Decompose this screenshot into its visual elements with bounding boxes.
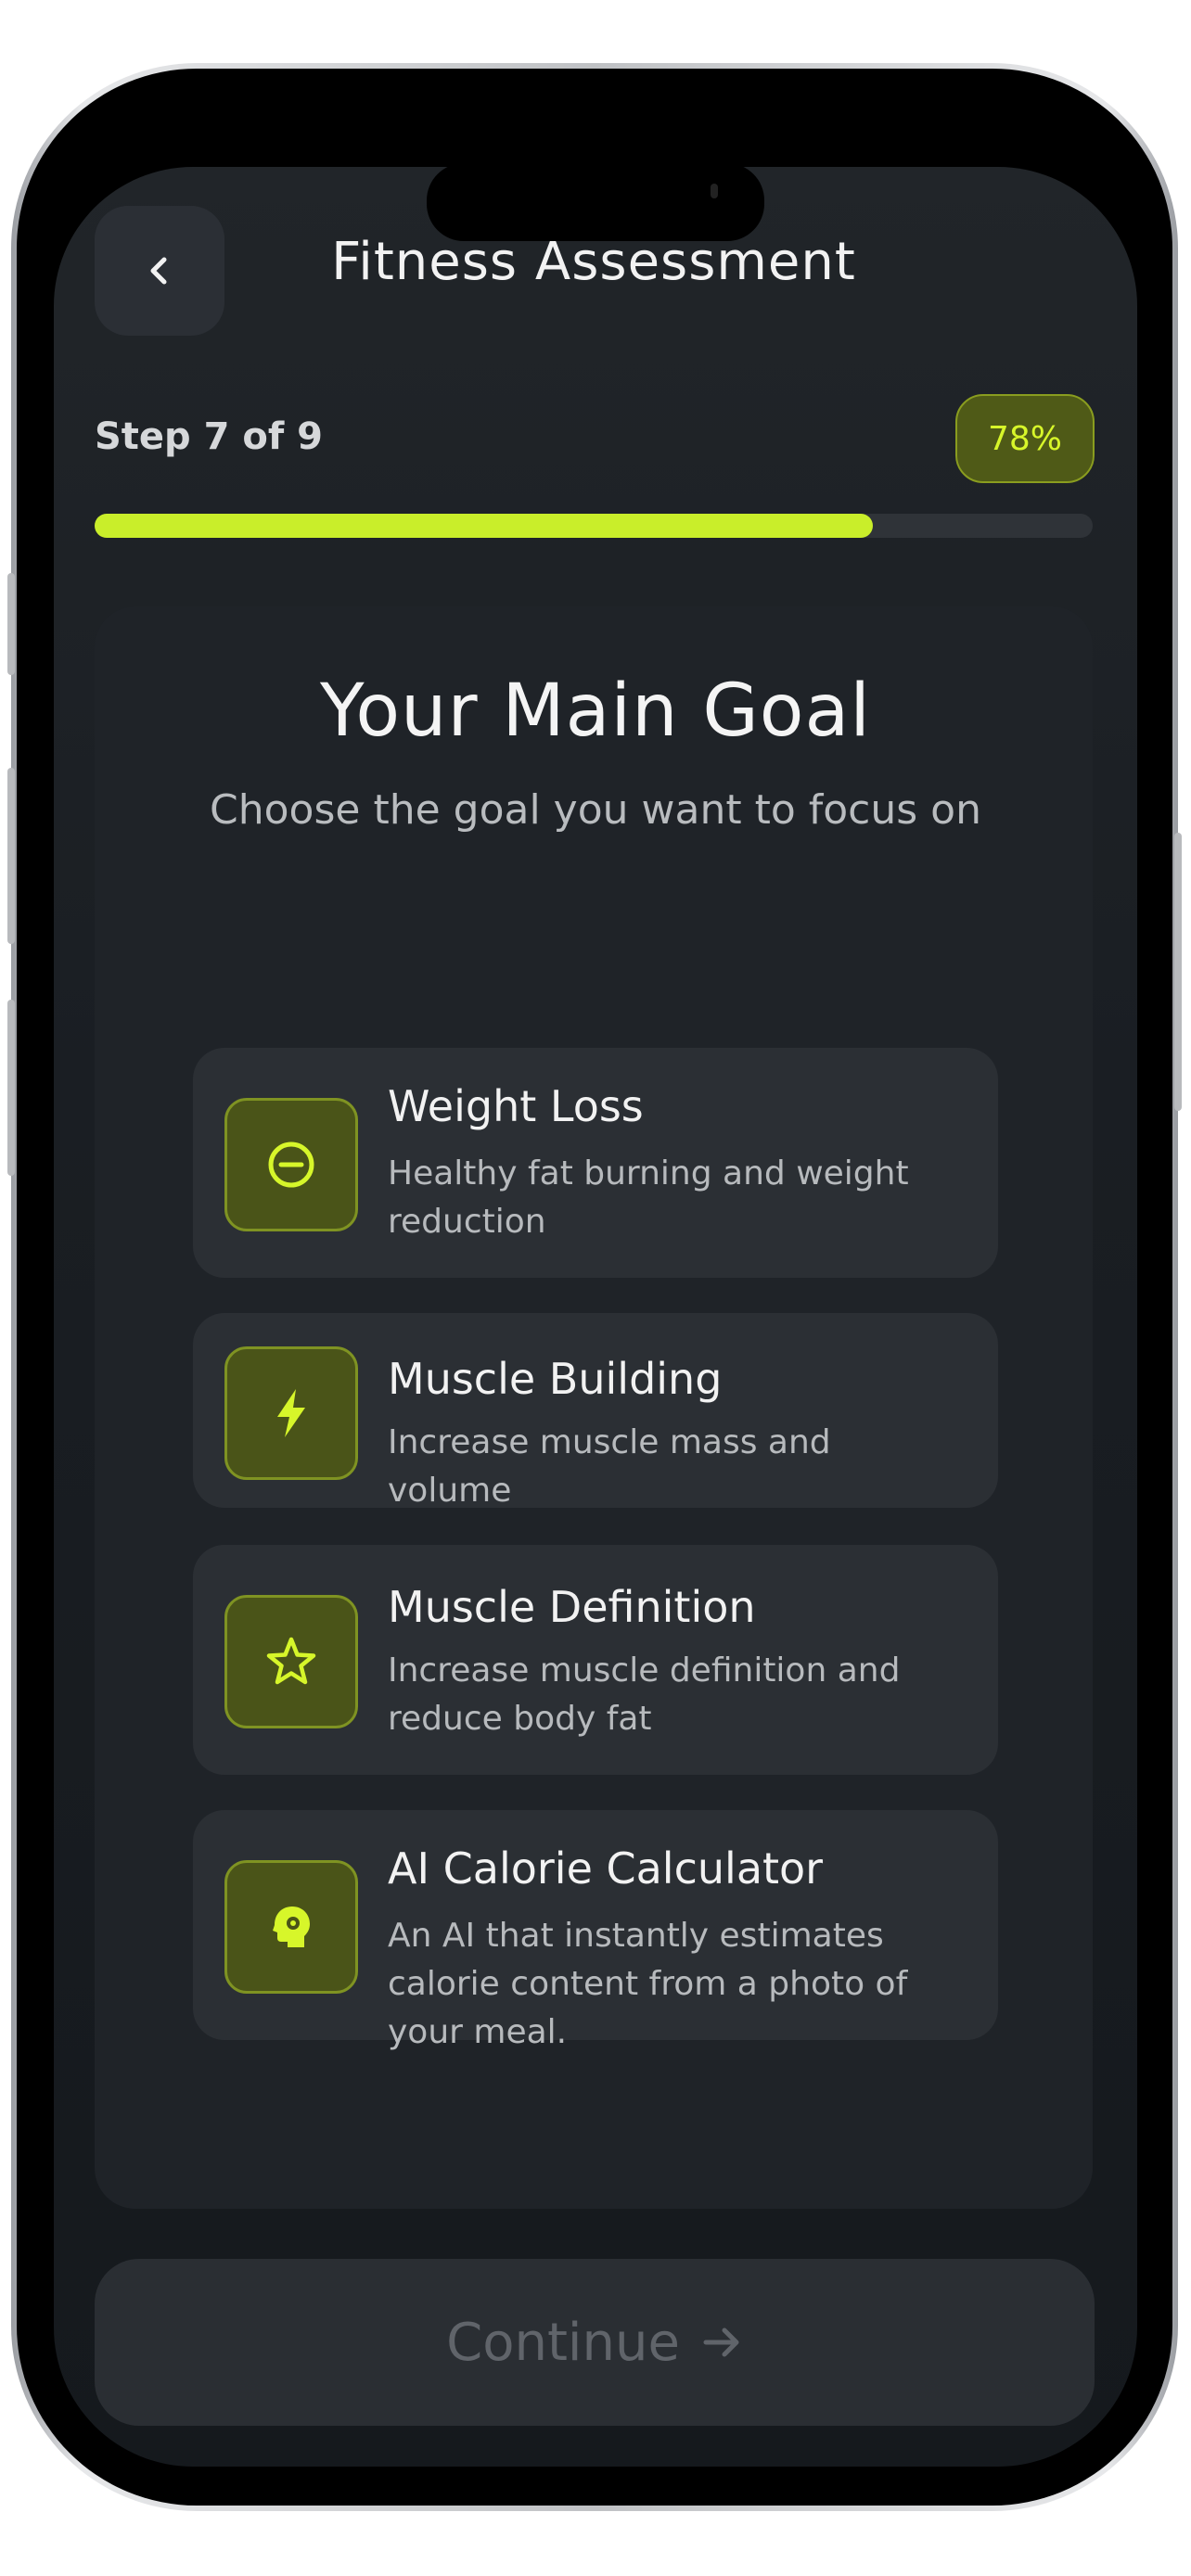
progress-fill [95, 514, 874, 538]
option-ai-calorie-calculator[interactable]: AI Calorie Calculator An AI that instant… [193, 1810, 998, 2051]
minus-circle-icon [224, 1098, 358, 1231]
arrow-right-icon [703, 2327, 739, 2357]
content-layer: Fitness Assessment Step 7 of 9 78% Your … [0, 0, 1191, 2576]
page-title: Fitness Assessment [331, 232, 856, 292]
continue-button[interactable]: Continue [95, 2259, 1095, 2426]
goal-heading: Your Main Goal [320, 670, 871, 753]
ai-head-icon [224, 1860, 358, 1994]
option-title: Muscle Building [388, 1354, 723, 1404]
option-weight-loss[interactable]: Weight Loss Healthy fat burning and weig… [193, 1048, 998, 1278]
option-muscle-definition[interactable]: Muscle Definition Increase muscle defini… [193, 1545, 998, 1775]
option-title: Muscle Definition [388, 1582, 756, 1632]
dynamic-island [427, 163, 764, 241]
camera-sensor [711, 184, 718, 198]
option-title: AI Calorie Calculator [388, 1843, 824, 1894]
option-description: An AI that instantly estimates calorie c… [388, 1917, 908, 2051]
option-title: Weight Loss [388, 1081, 644, 1131]
star-icon [224, 1595, 358, 1728]
goal-subheading: Choose the goal you want to focus on [210, 786, 981, 834]
lightning-icon [224, 1346, 358, 1480]
option-muscle-building[interactable]: Muscle Building Increase muscle mass and… [193, 1313, 998, 1510]
option-description: Healthy fat burning and weight reduction [388, 1154, 909, 1241]
back-button[interactable] [95, 206, 224, 336]
continue-label: Continue [446, 2312, 680, 2373]
progress-track [95, 514, 1093, 538]
option-description: Increase muscle definition and reduce bo… [388, 1651, 901, 1738]
option-description: Increase muscle mass and volume [388, 1423, 831, 1510]
step-label: Step 7 of 9 [95, 415, 324, 458]
chevron-left-icon [150, 257, 167, 285]
progress-percent-badge: 78% [955, 394, 1095, 483]
